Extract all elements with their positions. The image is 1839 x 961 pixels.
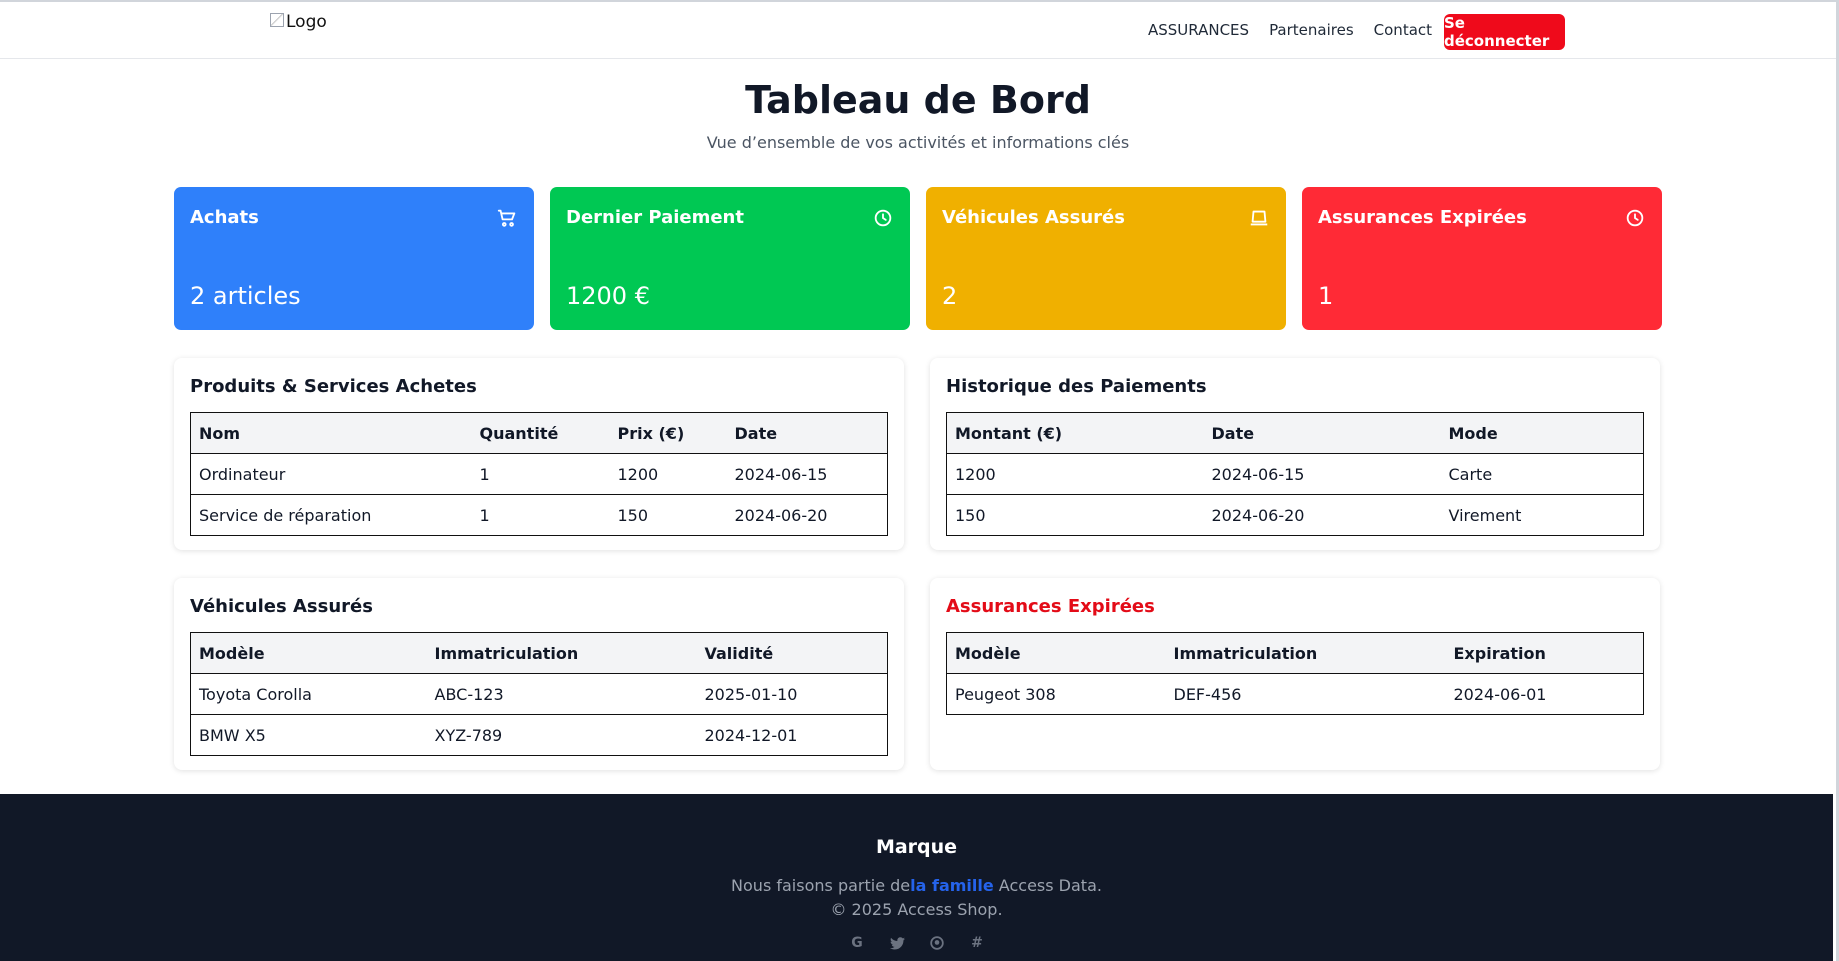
cell: 2024-06-01 (1445, 673, 1644, 715)
cell: 150 (946, 494, 1204, 536)
column-header: Validité (696, 632, 888, 674)
products-table: Nom Quantité Prix (€) Date Ordinateur 1 … (190, 412, 888, 536)
cell: Ordinateur (190, 453, 472, 495)
cell: Service de réparation (190, 494, 472, 536)
expired-table: Modèle Immatriculation Expiration Peugeo… (946, 632, 1644, 715)
cell: 2024-12-01 (696, 714, 888, 756)
social-links: G # (848, 934, 986, 952)
car-icon (1250, 210, 1268, 226)
table-header-row: Montant (€) Date Mode (946, 412, 1644, 454)
cell: 1 (471, 453, 610, 495)
github-icon[interactable] (928, 934, 946, 952)
nav-link-assurances[interactable]: ASSURANCES (1148, 21, 1249, 39)
table-header-row: Nom Quantité Prix (€) Date (190, 412, 888, 454)
table-row: Peugeot 308 DEF-456 2024-06-01 (946, 673, 1644, 715)
table-row: Toyota Corolla ABC-123 2025-01-10 (190, 673, 888, 715)
table-row: Service de réparation 1 150 2024-06-20 (190, 494, 888, 536)
column-header: Nom (190, 412, 472, 454)
stat-card-dernier-paiement: Dernier Paiement 1200 € (550, 187, 910, 330)
footer-brand: Marque (875, 836, 958, 858)
stat-value: 1 (1318, 282, 1334, 310)
table-row: 150 2024-06-20 Virement (946, 494, 1644, 536)
nav-link-partenaires[interactable]: Partenaires (1269, 21, 1354, 39)
cell: Carte (1440, 453, 1644, 495)
column-header: Montant (€) (946, 412, 1204, 454)
table-row: BMW X5 XYZ-789 2024-12-01 (190, 714, 888, 756)
footer-text-suffix: Access Data. (993, 876, 1102, 895)
cell: DEF-456 (1165, 673, 1446, 715)
cell: XYZ-789 (426, 714, 697, 756)
footer-link-famille[interactable]: la famille (910, 876, 994, 895)
panel-payments: Historique des Paiements Montant (€) Dat… (930, 358, 1660, 550)
clock-icon (1626, 209, 1644, 227)
panel-title: Véhicules Assurés (190, 596, 373, 617)
twitter-icon[interactable] (888, 934, 906, 952)
table-row: Ordinateur 1 1200 2024-06-15 (190, 453, 888, 495)
column-header: Prix (€) (609, 412, 727, 454)
cell: BMW X5 (190, 714, 427, 756)
stat-card-achats: Achats 2 articles (174, 187, 534, 330)
footer: Marque Nous faisons partie dela famille … (0, 794, 1833, 961)
cell: 2024-06-15 (726, 453, 888, 495)
column-header: Immatriculation (1165, 632, 1446, 674)
cell: ABC-123 (426, 673, 697, 715)
logo-alt-text: Logo (286, 12, 327, 32)
logout-button[interactable]: Se déconnecter (1444, 14, 1565, 50)
panel-title: Historique des Paiements (946, 376, 1207, 397)
panel-title: Produits & Services Achetes (190, 376, 477, 397)
stat-value: 2 articles (190, 282, 301, 310)
column-header: Quantité (471, 412, 610, 454)
cell: Virement (1440, 494, 1644, 536)
broken-image-icon (270, 13, 284, 27)
cart-icon (497, 209, 516, 227)
footer-copyright: © 2025 Access Shop. (830, 900, 1003, 919)
vehicles-table: Modèle Immatriculation Validité Toyota C… (190, 632, 888, 756)
cell: 2024-06-15 (1203, 453, 1441, 495)
stat-card-vehicules-assures: Véhicules Assurés 2 (926, 187, 1286, 330)
column-header: Date (726, 412, 888, 454)
table-row: 1200 2024-06-15 Carte (946, 453, 1644, 495)
logo[interactable]: Logo (270, 12, 327, 32)
table-header-row: Modèle Immatriculation Validité (190, 632, 888, 674)
cell: 2024-06-20 (1203, 494, 1441, 536)
stat-value: 2 (942, 282, 958, 310)
clock-icon (874, 209, 892, 227)
stat-title: Assurances Expirées (1318, 207, 1527, 228)
column-header: Modèle (190, 632, 427, 674)
payments-table: Montant (€) Date Mode 1200 2024-06-15 Ca… (946, 412, 1644, 536)
navbar: Logo ASSURANCES Partenaires Contact Se d… (0, 2, 1836, 59)
panel-vehicles: Véhicules Assurés Modèle Immatriculation… (174, 578, 904, 770)
cell: 1 (471, 494, 610, 536)
cell: 150 (609, 494, 727, 536)
footer-text-prefix: Nous faisons partie de (731, 876, 911, 895)
stat-title: Achats (190, 207, 259, 228)
panel-expired: Assurances Expirées Modèle Immatriculati… (930, 578, 1660, 770)
cell: 2024-06-20 (726, 494, 888, 536)
cell: 1200 (609, 453, 727, 495)
column-header: Modèle (946, 632, 1166, 674)
nav-links: ASSURANCES Partenaires Contact (1148, 20, 1465, 40)
column-header: Mode (1440, 412, 1644, 454)
stat-title: Dernier Paiement (566, 207, 744, 228)
stat-title: Véhicules Assurés (942, 207, 1125, 228)
stat-value: 1200 € (566, 282, 650, 310)
column-header: Date (1203, 412, 1441, 454)
cell: Toyota Corolla (190, 673, 427, 715)
column-header: Immatriculation (426, 632, 697, 674)
nav-link-contact[interactable]: Contact (1374, 21, 1432, 39)
cell: 1200 (946, 453, 1204, 495)
panel-products: Produits & Services Achetes Nom Quantité… (174, 358, 904, 550)
table-header-row: Modèle Immatriculation Expiration (946, 632, 1644, 674)
slack-icon[interactable]: # (968, 934, 986, 952)
stat-card-assurances-expirees: Assurances Expirées 1 (1302, 187, 1662, 330)
cell: Peugeot 308 (946, 673, 1166, 715)
footer-text: Nous faisons partie dela famille Access … (0, 876, 1833, 895)
cell: 2025-01-10 (696, 673, 888, 715)
google-icon[interactable]: G (848, 934, 866, 952)
page-title: Tableau de Bord (745, 78, 1091, 122)
page-subtitle: Vue d’ensemble de vos activités et infor… (706, 133, 1130, 152)
panel-title: Assurances Expirées (946, 596, 1155, 617)
column-header: Expiration (1445, 632, 1644, 674)
